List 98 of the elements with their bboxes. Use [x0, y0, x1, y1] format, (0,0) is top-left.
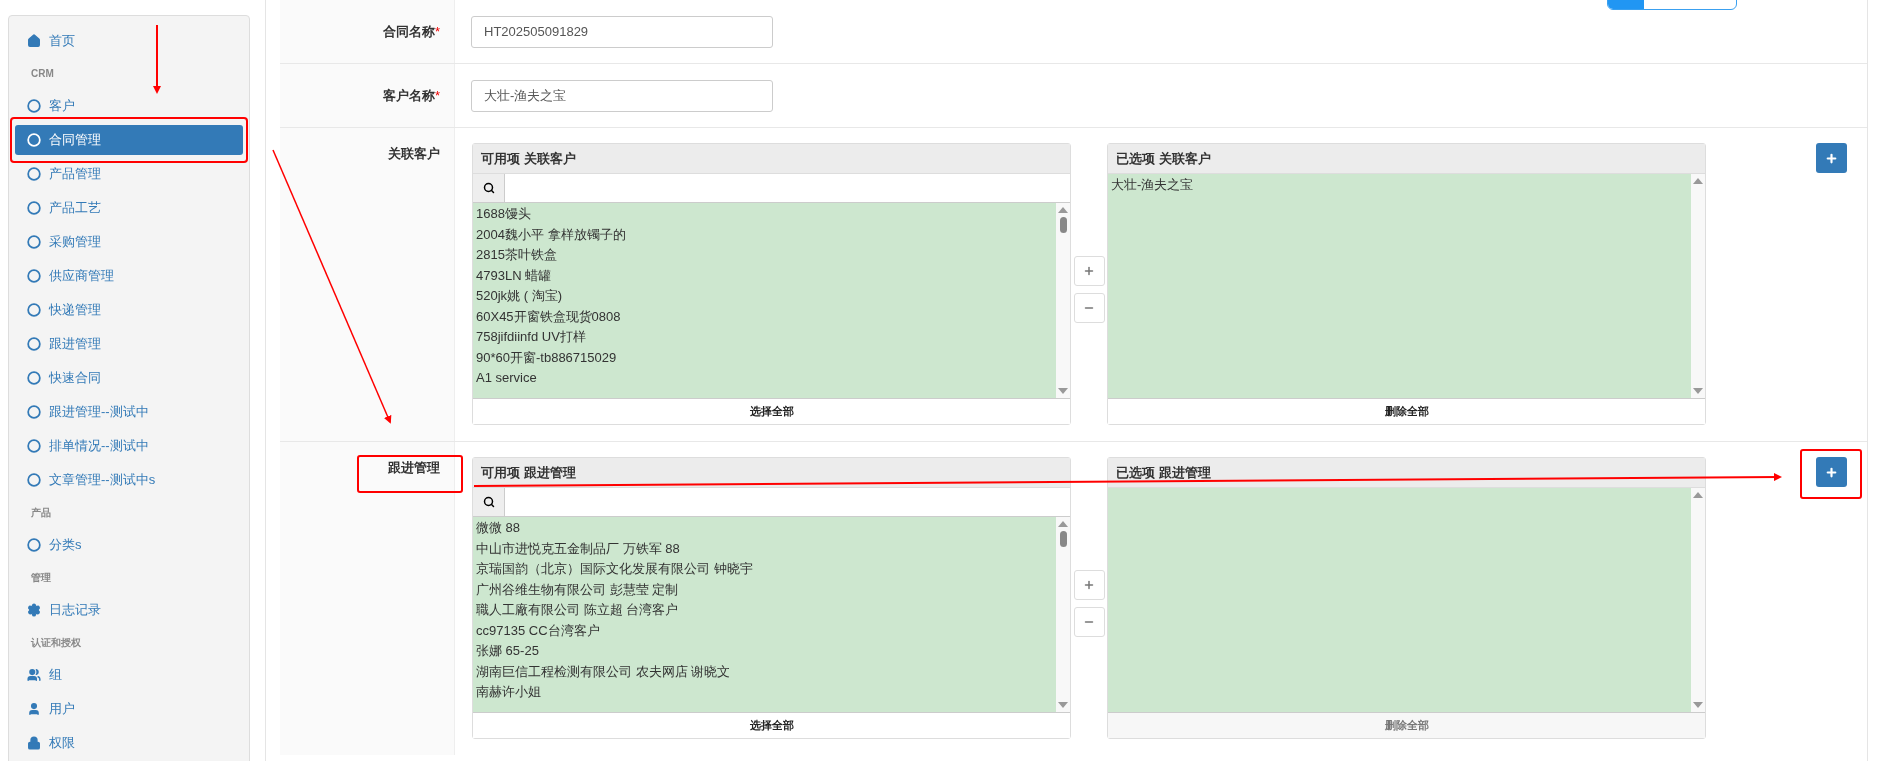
circle-icon [27, 235, 41, 249]
list-option[interactable]: 758jifdiinfd UV打样 [476, 327, 1053, 348]
list-option[interactable]: 中山市进悦克五金制品厂 万铁军 88 [476, 538, 1053, 559]
list-option[interactable]: 90*60开窗-tb886715029 [476, 347, 1053, 368]
scroll-down-icon[interactable] [1058, 388, 1068, 394]
field-label: 跟进管理 [388, 459, 440, 477]
sidebar-item[interactable]: 排单情况--测试中 [15, 431, 243, 461]
plus-button[interactable] [1073, 256, 1105, 286]
select-all-button[interactable]: 选择全部 [473, 712, 1070, 738]
users-icon [27, 668, 41, 682]
plus-icon [1825, 151, 1838, 165]
list-option[interactable]: 大壮-渔夫之宝 [1111, 175, 1688, 196]
minus-button[interactable] [1073, 607, 1105, 637]
sidebar-item[interactable]: 首页 [15, 26, 243, 56]
circle-icon [27, 439, 41, 453]
field-label: 客户名称* [382, 86, 440, 105]
scroll-down-icon[interactable] [1058, 702, 1068, 708]
section-heading: 认证和授权 [30, 636, 82, 650]
list-option[interactable]: 南赫许小姐 [476, 682, 1053, 703]
text-field[interactable]: HT202505091829 [471, 15, 773, 48]
panel-title: 已选项 关联客户 [1108, 144, 1705, 174]
sidebar-item[interactable]: 合同管理 [15, 125, 243, 155]
section-heading: 产品 [30, 506, 52, 520]
scroll-up-icon[interactable] [1693, 492, 1703, 498]
scroll-down-icon[interactable] [1693, 388, 1703, 394]
list-option[interactable]: 1688馒头 [476, 204, 1053, 225]
panel-title: 已选项 跟进管理 [1108, 458, 1705, 488]
list-option[interactable]: 2815茶叶铁盒 [476, 245, 1053, 266]
plus-icon [1083, 579, 1095, 591]
scroll-thumb[interactable] [1059, 217, 1067, 233]
text-field[interactable]: 大壮-渔夫之宝 [471, 79, 773, 112]
list-option[interactable]: 张娜 65-25 [476, 641, 1053, 662]
sidebar-item[interactable]: 采购管理 [15, 227, 243, 257]
list-option[interactable]: A1 service [476, 368, 1053, 389]
circle-icon [27, 371, 41, 385]
scroll-thumb[interactable] [1059, 531, 1067, 547]
add-button[interactable] [1816, 457, 1847, 487]
sidebar-item[interactable]: 分类s [15, 530, 243, 560]
list-option[interactable]: 湖南巨信工程检测有限公司 农夫网店 谢晓文 [476, 661, 1053, 682]
circle-icon [27, 99, 41, 113]
lock-icon [27, 736, 41, 750]
scroll-up-icon[interactable] [1693, 178, 1703, 184]
scroll-up-icon[interactable] [1058, 207, 1068, 213]
section-heading: 管理 [30, 571, 52, 585]
minus-button[interactable] [1073, 293, 1105, 323]
list-option[interactable]: cc97135 CC台湾客户 [476, 620, 1053, 641]
scrollbar[interactable] [1056, 203, 1070, 398]
list-option[interactable]: 4793LN 蜡罐 [476, 265, 1053, 286]
sidebar-item[interactable]: 快递管理 [15, 295, 243, 325]
sidebar-item[interactable]: 产品工艺 [15, 193, 243, 223]
circle-icon [27, 201, 41, 215]
plus-icon [1083, 265, 1095, 277]
list-option[interactable]: 广州谷维生物有限公司 彭慧莹 定制 [476, 579, 1053, 600]
scrollbar[interactable] [1691, 488, 1705, 712]
list-option[interactable]: 職人工廠有限公司 陈立超 台湾客户 [476, 600, 1053, 621]
sidebar-item[interactable]: 权限 [15, 728, 243, 758]
scroll-down-icon[interactable] [1693, 702, 1703, 708]
circle-icon [27, 303, 41, 317]
sidebar-item[interactable]: 组 [15, 660, 243, 690]
circle-icon [27, 405, 41, 419]
sidebar-item[interactable]: 文章管理--测试中s [15, 465, 243, 495]
circle-icon [27, 269, 41, 283]
plus-icon [1825, 465, 1838, 479]
scroll-up-icon[interactable] [1058, 521, 1068, 527]
highlight-frame [1800, 449, 1862, 499]
circle-icon [27, 167, 41, 181]
circle-icon [27, 538, 41, 552]
plus-button[interactable] [1073, 570, 1105, 600]
field-label: 合同名称* [382, 22, 440, 41]
section-heading: CRM [30, 67, 55, 81]
select-all-button[interactable]: 选择全部 [473, 398, 1070, 424]
sidebar-item[interactable]: 日志记录 [15, 595, 243, 625]
sidebar-item[interactable]: 快速合同 [15, 363, 243, 393]
home-icon [27, 34, 41, 48]
list-option[interactable]: 60X45开窗铁盒现货0808 [476, 306, 1053, 327]
panel-title: 可用项 跟进管理 [473, 458, 1070, 488]
select-all-button[interactable]: 删除全部 [1108, 398, 1705, 424]
sidebar-item[interactable]: 跟进管理 [15, 329, 243, 359]
add-button[interactable] [1816, 143, 1847, 173]
list-option[interactable]: 520jk姚 ( 淘宝) [476, 286, 1053, 307]
list-option[interactable]: 微微 88 [476, 518, 1053, 539]
sidebar-item[interactable]: 客户 [15, 91, 243, 121]
settings-icon [27, 603, 41, 617]
circle-icon [27, 133, 41, 147]
scrollbar[interactable] [1691, 174, 1705, 398]
list-option[interactable]: 京瑞国韵（北京）国际文化发展有限公司 钟晓宇 [476, 559, 1053, 580]
panel-title: 可用项 关联客户 [473, 144, 1070, 174]
sidebar-item[interactable]: 用户 [15, 694, 243, 724]
user-icon [27, 702, 41, 716]
circle-icon [27, 337, 41, 351]
sidebar-item[interactable]: 跟进管理--测试中 [15, 397, 243, 427]
sidebar-item[interactable]: 供应商管理 [15, 261, 243, 291]
sidebar-item[interactable]: 产品管理 [15, 159, 243, 189]
scrollbar[interactable] [1056, 517, 1070, 712]
list-option[interactable]: 2004魏小平 拿样放镯子的 [476, 224, 1053, 245]
arrow [153, 24, 161, 94]
field-label: 关联客户 [388, 145, 440, 163]
circle-icon [27, 473, 41, 487]
